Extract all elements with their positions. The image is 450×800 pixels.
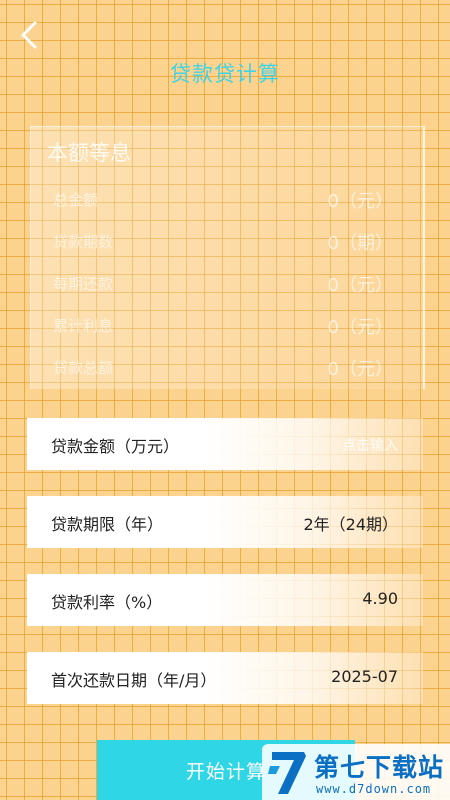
summary-row-total-amount: 总金额 0（元） [53,187,393,212]
summary-value: 0（元） [327,317,393,338]
loan-amount-field[interactable]: 贷款金额（万元） 点击输入 [27,418,423,470]
page-title: 贷款贷计算 [170,62,280,86]
first-payment-date-value[interactable]: 2025-07 [331,667,398,686]
loan-term-value[interactable]: 2年（24期） [303,511,398,535]
d7-logo-icon: 7 [268,752,306,794]
first-payment-date-field[interactable]: 首次还款日期（年/月） 2025-07 [27,652,423,704]
summary-row-loan-total: 贷款总额 0（元） [53,355,393,380]
watermark: 7 第七下载站 www.d7down.com [262,744,450,800]
summary-value: 0（元） [327,359,393,380]
summary-value: 0（元） [327,191,393,212]
summary-row-loan-periods: 贷款期数 0（期） [53,229,393,254]
summary-card: 本额等息 总金额 0（元） 贷款期数 0（期） 每期还款 0（元） 累计利息 0… [30,126,425,389]
loan-term-label: 贷款期限（年） [51,515,164,534]
loan-amount-label: 贷款金额（万元） [51,437,180,456]
watermark-name: 第七下载站 [314,753,445,782]
first-payment-date-label: 首次还款日期（年/月） [51,671,217,690]
summary-value: 0（期） [327,233,393,254]
loan-term-field[interactable]: 贷款期限（年） 2年（24期） [27,496,423,548]
summary-label: 每期还款 [53,275,114,293]
loan-rate-value[interactable]: 4.90 [362,589,398,608]
summary-title: 本额等息 [47,141,131,165]
summary-value: 0（元） [327,275,393,296]
summary-row-total-interest: 累计利息 0（元） [53,313,393,338]
summary-label: 贷款总额 [53,359,114,377]
summary-row-per-period-payment: 每期还款 0（元） [53,271,393,296]
summary-label: 总金额 [53,191,99,209]
loan-rate-field[interactable]: 贷款利率（%） 4.90 [27,574,423,626]
chevron-left-icon [19,20,39,54]
back-button[interactable] [14,20,44,54]
loan-amount-input[interactable]: 点击输入 [342,435,398,455]
loan-rate-label: 贷款利率（%） [51,593,163,612]
watermark-url: www.d7down.com [316,782,432,796]
summary-label: 贷款期数 [53,233,114,251]
summary-label: 累计利息 [53,317,114,335]
